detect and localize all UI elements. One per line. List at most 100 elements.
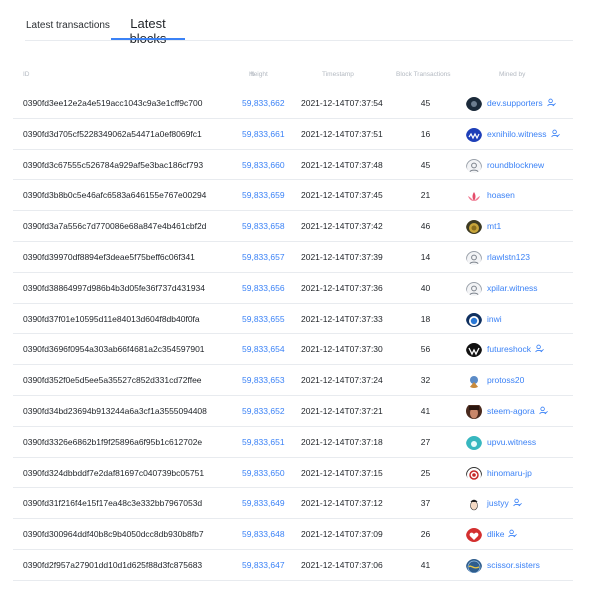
miner-link[interactable]: dlike — [487, 519, 518, 550]
block-id[interactable]: 0390fd34bd23694b913244a6a3cf1a3555094408 — [23, 396, 207, 426]
tab-latest-blocks[interactable]: Latest blocks — [111, 0, 185, 46]
table-row: 0390fd38864997d986b4b3d05fe36f737d431934… — [13, 273, 573, 304]
miner-name-label: upvu.witness — [487, 436, 537, 447]
block-timestamp: 2021-12-14T07:37:45 — [301, 190, 383, 201]
table-row: 0390fd3326e6862b1f9f25896a6f95b1c612702e… — [13, 427, 573, 458]
block-id[interactable]: 0390fd39970df8894ef3deae5f75beff6c06f341 — [23, 242, 195, 272]
miner-link[interactable]: steem-agora — [487, 396, 548, 427]
block-height-link[interactable]: 59,833,655 — [242, 304, 285, 334]
miner-link[interactable]: rlawlstn123 — [487, 242, 530, 272]
block-id[interactable]: 0390fd37f01e10595d11e84013d604f8db40f0fa — [23, 304, 200, 334]
block-height-link[interactable]: 59,833,653 — [242, 365, 285, 395]
block-id[interactable]: 0390fd3c67555c526784a929af5e3bac186cf793 — [23, 150, 203, 180]
table-row: 0390fd300964ddf40b8c9b4050dcc8db930b8fb7… — [13, 519, 573, 550]
verified-user-icon — [535, 335, 544, 365]
table-row: 0390fd2f957a27901dd10d1d625f88d3fc875683… — [13, 550, 573, 581]
block-transaction-count: 32 — [420, 375, 431, 386]
miner-link[interactable]: protoss20 — [487, 365, 524, 395]
block-id[interactable]: 0390fd2f957a27901dd10d1d625f88d3fc875683 — [23, 550, 202, 580]
block-timestamp: 2021-12-14T07:37:21 — [301, 405, 383, 416]
miner-name-label: hoasen — [487, 190, 515, 201]
miner-link[interactable]: upvu.witness — [487, 427, 536, 457]
block-height-link[interactable]: 59,833,651 — [242, 427, 285, 457]
block-id[interactable]: 0390fd3a7a556c7d770086e68a847e4b461cbf2d — [23, 211, 206, 241]
block-transaction-count: 18 — [420, 313, 431, 324]
block-id[interactable]: 0390fd3b8b0c5e46afc6583a646155e767e00294 — [23, 180, 206, 210]
block-height-link[interactable]: 59,833,660 — [242, 150, 285, 180]
dark-circle-avatar — [466, 95, 482, 111]
miner-link[interactable]: futureshock — [487, 334, 544, 365]
column-header-mined-by: Mined by — [499, 71, 526, 78]
block-height-link[interactable]: 59,833,652 — [242, 396, 285, 426]
block-id[interactable]: 0390fd3ee12e2a4e519acc1043c9a3e1cff9c700 — [23, 88, 202, 118]
block-transaction-count: 37 — [420, 498, 431, 509]
block-timestamp: 2021-12-14T07:37:24 — [301, 375, 383, 386]
table-row: 0390fd34bd23694b913244a6a3cf1a3555094408… — [13, 396, 573, 427]
miner-link[interactable]: roundblocknew — [487, 150, 544, 180]
miner-name-label: futureshock — [487, 344, 531, 355]
tab-bar: Latest transactions Latest blocks — [25, 0, 573, 46]
blue-badge-avatar — [466, 311, 482, 327]
miner-name-label: scissor.sisters — [487, 559, 540, 570]
tab-latest-transactions[interactable]: Latest transactions — [26, 20, 110, 61]
block-id[interactable]: 0390fd324dbbddf7e2daf81697c040739bc05751 — [23, 458, 204, 488]
block-id[interactable]: 0390fd300964ddf40b8c9b4050dcc8db930b8fb7 — [23, 519, 204, 549]
miner-name-label: dlike — [487, 529, 505, 540]
miner-name-label: rlawlstn123 — [487, 251, 530, 262]
block-height-link[interactable]: 59,833,649 — [242, 488, 285, 518]
miner-link[interactable]: hinomaru-jp — [487, 458, 532, 488]
block-id[interactable]: 0390fd3d705cf5228349062a54471a0ef8069fc1 — [23, 119, 202, 149]
miner-name-label: hinomaru-jp — [487, 467, 532, 478]
column-header-block-transactions: Block Transactions — [396, 71, 451, 78]
block-transaction-count: 25 — [420, 467, 431, 478]
miner-link[interactable]: exnihilo.witness — [487, 119, 560, 150]
miner-link[interactable]: mt1 — [487, 211, 501, 241]
block-height-link[interactable]: 59,833,650 — [242, 458, 285, 488]
table-row: 0390fd3a7a556c7d770086e68a847e4b461cbf2d… — [13, 211, 573, 242]
black-w-avatar — [466, 341, 482, 358]
verified-user-icon — [508, 520, 518, 550]
block-timestamp: 2021-12-14T07:37:51 — [301, 128, 383, 139]
block-height-link[interactable]: 59,833,662 — [242, 88, 285, 118]
column-header-id: ID — [23, 71, 30, 78]
block-height-link[interactable]: 59,833,658 — [242, 211, 285, 241]
table-row: 0390fd31f216f4e15f17ea48c3e332bb7967053d… — [13, 488, 573, 520]
block-id[interactable]: 0390fd3696f0954a303ab66f4681a2c354597901 — [23, 334, 205, 364]
block-transaction-count: 14 — [420, 251, 431, 262]
table-row: 0390fd37f01e10595d11e84013d604f8db40f0fa… — [13, 304, 573, 335]
block-height-link[interactable]: 59,833,656 — [242, 273, 285, 303]
globe-avatar — [466, 557, 482, 573]
sort-icon[interactable]: ⇅ — [250, 71, 255, 78]
block-height-link[interactable]: 59,833,659 — [242, 180, 285, 210]
block-height-link[interactable]: 59,833,657 — [242, 242, 285, 272]
block-id[interactable]: 0390fd31f216f4e15f17ea48c3e332bb7967053d — [23, 488, 202, 518]
rising-sun-avatar — [466, 465, 482, 481]
column-header-timestamp: Timestamp — [322, 71, 354, 78]
block-height-link[interactable]: 59,833,661 — [242, 119, 285, 149]
block-transaction-count: 41 — [420, 559, 431, 570]
default-user-avatar — [466, 157, 482, 173]
miner-link[interactable]: xpilar.witness — [487, 273, 538, 303]
miner-name-label: justyy — [487, 498, 509, 509]
table-row: 0390fd39970df8894ef3deae5f75beff6c06f341… — [13, 242, 573, 273]
block-height-link[interactable]: 59,833,647 — [242, 550, 285, 580]
block-transaction-count: 45 — [420, 159, 431, 170]
block-id[interactable]: 0390fd352f0e5d5ee5a35527c852d331cd72ffee — [23, 365, 202, 395]
block-id[interactable]: 0390fd3326e6862b1f9f25896a6f95b1c612702e — [23, 427, 202, 457]
block-transaction-count: 41 — [420, 405, 431, 416]
block-id[interactable]: 0390fd38864997d986b4b3d05fe36f737d431934 — [23, 273, 205, 303]
red-heart-avatar — [466, 526, 482, 543]
miner-link[interactable]: scissor.sisters — [487, 550, 540, 580]
miner-link[interactable]: hoasen — [487, 180, 515, 210]
block-timestamp: 2021-12-14T07:37:54 — [301, 98, 383, 108]
miner-link[interactable]: justyy — [487, 488, 522, 519]
default-user-avatar — [466, 280, 482, 296]
blocks-table-body: 0390fd3ee12e2a4e519acc1043c9a3e1cff9c700… — [0, 88, 591, 581]
table-row: 0390fd3b8b0c5e46afc6583a646155e767e00294… — [13, 180, 573, 212]
block-height-link[interactable]: 59,833,648 — [242, 519, 285, 549]
default-user-avatar — [466, 249, 482, 265]
miner-link[interactable]: inwi — [487, 304, 502, 334]
block-timestamp: 2021-12-14T07:37:12 — [301, 498, 383, 509]
block-height-link[interactable]: 59,833,654 — [242, 334, 285, 364]
miner-link[interactable]: dev.supporters — [487, 88, 556, 119]
